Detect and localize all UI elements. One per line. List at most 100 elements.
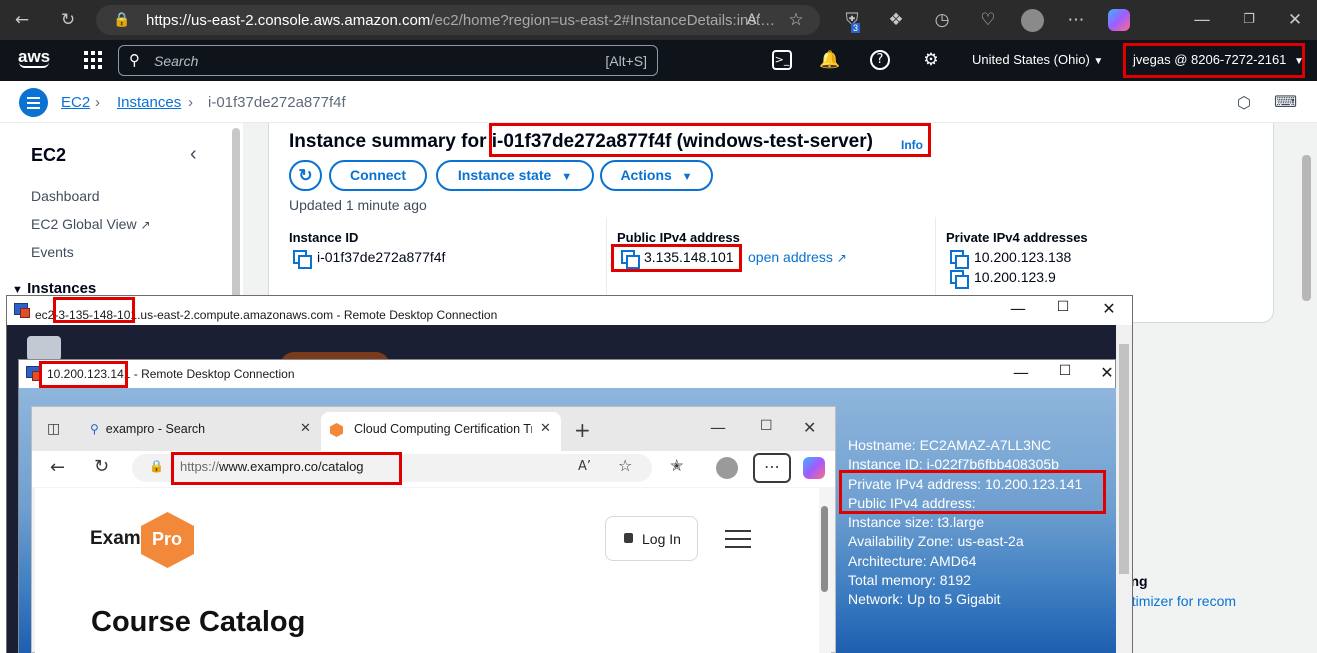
hamburger-menu-icon[interactable]: [725, 529, 751, 549]
close-icon[interactable]: ✕: [1283, 8, 1307, 32]
settings-gear-icon[interactable]: ⚙: [920, 49, 942, 71]
sidebar-title: EC2: [31, 145, 67, 165]
minimize-icon[interactable]: —: [1190, 8, 1214, 32]
profile-avatar[interactable]: [1021, 9, 1044, 32]
history-icon[interactable]: ◷: [930, 8, 954, 32]
sidebar-item-events[interactable]: Events: [31, 244, 74, 260]
address-bar[interactable]: 🔒 https://us-east-2.console.aws.amazon.c…: [96, 5, 820, 35]
minimize-icon[interactable]: —: [1011, 363, 1031, 382]
help-icon[interactable]: ?: [870, 50, 890, 70]
back-icon[interactable]: ←: [10, 8, 34, 32]
read-aloud-icon[interactable]: A’: [742, 8, 766, 32]
close-icon[interactable]: ✕: [1097, 363, 1117, 382]
sidebar-scrollbar[interactable]: [232, 128, 240, 298]
sidebar-item-dashboard[interactable]: Dashboard: [31, 188, 100, 204]
external-link-icon: ↗: [140, 218, 151, 232]
search-placeholder: Search: [154, 53, 199, 69]
background-link-fragment[interactable]: ptimizer for recom: [1124, 593, 1236, 609]
open-address-link[interactable]: open address ↗: [748, 249, 847, 265]
refresh-button[interactable]: ↻: [289, 160, 322, 191]
updated-timestamp: Updated 1 minute ago: [289, 197, 427, 213]
copy-icon[interactable]: [621, 250, 640, 269]
feedback-icon[interactable]: ⌨: [1274, 92, 1297, 111]
exampro-logo-exam[interactable]: Exam: [90, 528, 141, 550]
page-scrollbar-thumb[interactable]: [821, 506, 828, 592]
side-nav-toggle-button[interactable]: [19, 88, 48, 117]
chevron-down-icon: ▼: [1093, 56, 1104, 67]
close-tab-icon[interactable]: ✕: [540, 421, 551, 436]
aws-logo-smile: [19, 62, 49, 68]
breadcrumb-bar: EC2 › Instances › i-01f37de272a877f4f ⬡ …: [0, 81, 1317, 123]
bginfo-hostname: Hostname: EC2AMAZ-A7LL3NC: [848, 437, 1052, 453]
more-options-icon[interactable]: ⋯: [1064, 8, 1088, 32]
exampro-logo-pro: Pro: [152, 529, 183, 549]
minimize-icon[interactable]: —: [1008, 299, 1028, 318]
main-scrollbar[interactable]: [1302, 155, 1311, 301]
caret-down-icon: ▼: [681, 171, 693, 183]
lock-icon: [624, 533, 633, 543]
refresh-icon[interactable]: ↻: [94, 456, 109, 477]
copy-icon[interactable]: [950, 250, 969, 269]
private-ip-value: 10.200.123.138: [974, 249, 1072, 265]
bginfo-arch: Architecture: AMD64: [848, 552, 977, 569]
instance-state-button[interactable]: Instance state ▼: [436, 160, 594, 191]
rdp-window-title: ec2-3-135-148-101.us-east-2.compute.amaz…: [35, 308, 498, 322]
cloudshell-icon[interactable]: >_: [772, 50, 792, 70]
region-selector[interactable]: United States (Ohio) ▼: [972, 52, 1103, 67]
bginfo-overlay: Hostname: EC2AMAZ-A7LL3NC Instance ID: i…: [848, 436, 1082, 610]
edge-url: https://www.exampro.co/catalog: [180, 459, 364, 474]
bginfo-memory: Total memory: 8192: [848, 572, 971, 589]
breadcrumb-separator-icon: ›: [188, 94, 193, 111]
bginfo-public-ip: Public IPv4 address:: [848, 494, 976, 511]
login-label: Log In: [642, 531, 681, 547]
maximize-icon[interactable]: ☐: [760, 418, 773, 434]
rdp-scrollbar-thumb[interactable]: [1119, 344, 1129, 574]
close-tab-icon[interactable]: ✕: [300, 421, 311, 436]
maximize-icon[interactable]: ☐: [1055, 363, 1075, 379]
lock-icon: 🔒: [113, 12, 131, 28]
collapse-chevron-icon[interactable]: ‹: [190, 143, 197, 166]
copilot-icon[interactable]: [803, 457, 825, 479]
external-link-icon: ↗: [836, 251, 847, 265]
new-tab-icon[interactable]: +: [574, 418, 591, 442]
private-ip-label: Private IPv4 addresses: [946, 230, 1088, 245]
account-menu[interactable]: jvegas @ 8206-7272-2161 ▼: [1133, 52, 1304, 67]
sidebar-item-global-view[interactable]: EC2 Global View ↗: [31, 216, 151, 232]
breadcrumb-separator-icon: ›: [95, 94, 100, 111]
notifications-bell-icon[interactable]: 🔔: [819, 49, 841, 71]
breadcrumb-instances[interactable]: Instances: [117, 94, 181, 111]
copy-icon[interactable]: [293, 250, 312, 269]
instance-summary-card: [268, 123, 1274, 323]
search-shortcut: [Alt+S]: [605, 53, 647, 69]
more-options-icon[interactable]: ⋯: [753, 453, 791, 483]
close-icon[interactable]: ✕: [803, 418, 816, 437]
rdp-window-title: 10.200.123.141 - Remote Desktop Connecti…: [47, 367, 295, 381]
favorite-star-icon[interactable]: ☆: [618, 456, 632, 475]
restore-icon[interactable]: ❐: [1237, 8, 1261, 32]
actions-button[interactable]: Actions ▼: [600, 160, 713, 191]
copilot-icon[interactable]: [1108, 9, 1130, 31]
refresh-icon[interactable]: ↻: [56, 8, 80, 32]
breadcrumb-ec2[interactable]: EC2: [61, 94, 90, 111]
info-link[interactable]: Info: [901, 138, 923, 152]
tab-actions-icon[interactable]: ◫: [47, 421, 60, 437]
rdp-app-icon: [14, 303, 30, 318]
favorite-star-icon[interactable]: ☆: [784, 8, 808, 32]
performance-heart-icon[interactable]: ♡: [976, 8, 1000, 32]
aws-search-input[interactable]: ⚲ Search [Alt+S]: [118, 45, 658, 76]
copy-icon[interactable]: [950, 270, 969, 289]
services-grid-icon[interactable]: [84, 51, 102, 69]
bginfo-size: Instance size: t3.large: [848, 514, 985, 531]
settings-hex-icon[interactable]: ⬡: [1237, 93, 1251, 112]
profile-avatar[interactable]: [716, 457, 738, 479]
favorites-icon[interactable]: ✭: [670, 456, 683, 475]
minimize-icon[interactable]: —: [710, 418, 726, 437]
read-aloud-icon[interactable]: A’: [578, 459, 591, 474]
maximize-icon[interactable]: ☐: [1053, 299, 1073, 315]
back-icon[interactable]: ←: [50, 457, 65, 478]
column-divider: [606, 217, 607, 297]
rdp-app-icon: [26, 366, 42, 381]
connect-button[interactable]: Connect: [329, 160, 427, 191]
close-icon[interactable]: ✕: [1099, 299, 1119, 318]
extensions-puzzle-icon[interactable]: ❖: [884, 8, 908, 32]
